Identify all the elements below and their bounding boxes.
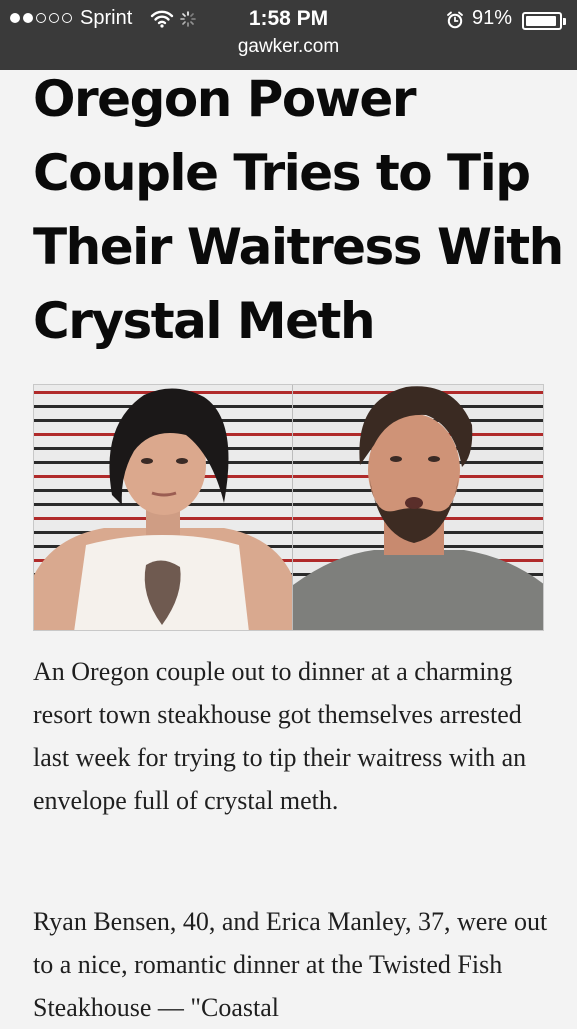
status-bar: Sprint 1:58 PM 91% gawker.com (0, 0, 577, 70)
article-paragraph: An Oregon couple out to dinner at a char… (33, 657, 527, 815)
battery-percent: 91% (472, 7, 513, 29)
battery-icon (522, 12, 566, 30)
status-row: Sprint 1:58 PM 91% (0, 4, 577, 34)
battery-nub (563, 18, 566, 25)
mugshot-photo[interactable] (33, 384, 544, 631)
battery-fill (526, 16, 557, 26)
article-headline: Oregon Power Couple Tries to Tip Their W… (33, 70, 564, 350)
article-paragraph: Ryan Bensen, 40, and Erica Manley, 37, w… (33, 907, 548, 1022)
alarm-icon (446, 11, 464, 34)
address-bar-url[interactable]: gawker.com (0, 36, 577, 58)
